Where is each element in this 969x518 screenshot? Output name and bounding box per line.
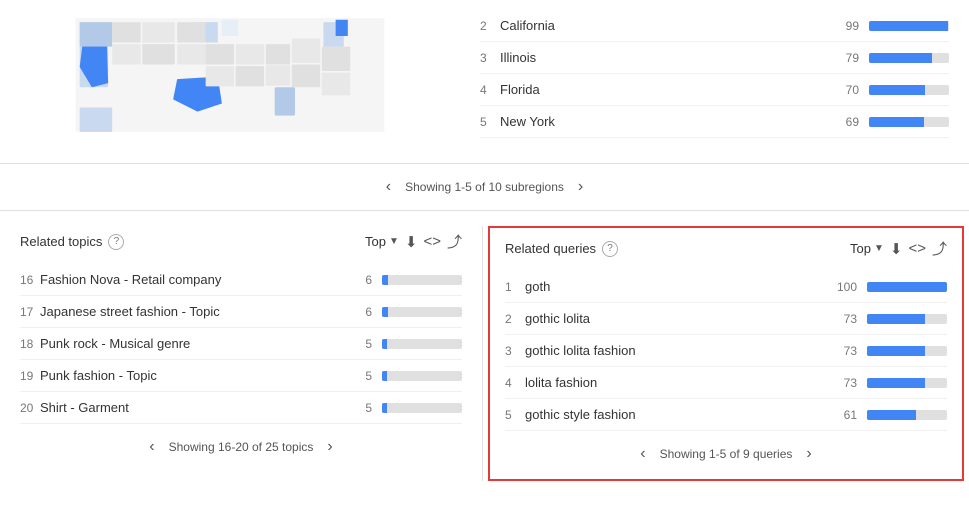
queries-pagination-text: Showing 1-5 of 9 queries — [660, 447, 793, 461]
topic-row-19: 19 Punk fashion - Topic 5 — [20, 360, 462, 392]
map-container — [0, 0, 460, 153]
queries-pagination: ‹ Showing 1-5 of 9 queries › — [505, 431, 947, 469]
topics-share-icon[interactable]: ⤴ — [447, 231, 462, 252]
regions-pagination-text: Showing 1-5 of 10 subregions — [405, 180, 564, 194]
regions-next-btn[interactable]: › — [572, 176, 589, 198]
queries-share-icon[interactable]: ⤴ — [932, 238, 947, 259]
us-map — [10, 10, 450, 140]
topics-title: Related topics — [20, 234, 102, 249]
queries-dropdown-arrow: ▼ — [874, 243, 884, 254]
topics-dropdown[interactable]: Top ▼ — [365, 234, 399, 249]
region-row-illinois: 3 Illinois 79 — [480, 42, 949, 74]
region-row-florida: 4 Florida 70 — [480, 74, 949, 106]
topics-dropdown-arrow: ▼ — [389, 236, 399, 247]
queries-help-icon[interactable]: ? — [602, 241, 618, 257]
query-row-5: 5 gothic style fashion 61 — [505, 399, 947, 431]
topic-row-20: 20 Shirt - Garment 5 — [20, 392, 462, 424]
query-row-2: 2 gothic lolita 73 — [505, 303, 947, 335]
panel-divider — [482, 226, 483, 481]
queries-prev-btn[interactable]: ‹ — [634, 443, 651, 465]
topics-next-btn[interactable]: › — [321, 436, 338, 458]
topics-download-icon[interactable]: ⬇ — [405, 233, 418, 251]
topic-row-18: 18 Punk rock - Musical genre 5 — [20, 328, 462, 360]
queries-panel-header: Related queries ? Top ▼ ⬇ <> ⤴ — [505, 238, 947, 259]
queries-embed-icon[interactable]: <> — [908, 240, 926, 257]
regions-pagination: ‹ Showing 1-5 of 10 subregions › — [0, 164, 969, 211]
top-section: 2 California 99 3 Illinois 79 4 Florida … — [0, 0, 969, 164]
topics-pagination-text: Showing 16-20 of 25 topics — [169, 440, 314, 454]
query-row-4: 4 lolita fashion 73 — [505, 367, 947, 399]
queries-download-icon[interactable]: ⬇ — [890, 240, 903, 258]
query-row-1: 1 goth 100 — [505, 271, 947, 303]
related-topics-panel: Related topics ? Top ▼ ⬇ <> ⤴ 16 Fashion… — [0, 221, 482, 486]
queries-controls: Top ▼ ⬇ <> ⤴ — [850, 238, 947, 259]
regions-list: 2 California 99 3 Illinois 79 4 Florida … — [460, 0, 969, 153]
topics-panel-header: Related topics ? Top ▼ ⬇ <> ⤴ — [20, 231, 462, 252]
topics-pagination: ‹ Showing 16-20 of 25 topics › — [20, 424, 462, 462]
topic-row-16: 16 Fashion Nova - Retail company 6 — [20, 264, 462, 296]
queries-dropdown[interactable]: Top ▼ — [850, 241, 884, 256]
topics-embed-icon[interactable]: <> — [423, 233, 441, 250]
queries-dropdown-label: Top — [850, 241, 871, 256]
queries-next-btn[interactable]: › — [800, 443, 817, 465]
query-row-3: 3 gothic lolita fashion 73 — [505, 335, 947, 367]
region-row-newyork: 5 New York 69 — [480, 106, 949, 138]
related-queries-panel: Related queries ? Top ▼ ⬇ <> ⤴ 1 goth 10… — [488, 226, 964, 481]
region-row-california: 2 California 99 — [480, 10, 949, 42]
regions-prev-btn[interactable]: ‹ — [380, 176, 397, 198]
topics-prev-btn[interactable]: ‹ — [143, 436, 160, 458]
topic-row-17: 17 Japanese street fashion - Topic 6 — [20, 296, 462, 328]
queries-title: Related queries — [505, 241, 596, 256]
topics-help-icon[interactable]: ? — [108, 234, 124, 250]
topics-dropdown-label: Top — [365, 234, 386, 249]
bottom-section: Related topics ? Top ▼ ⬇ <> ⤴ 16 Fashion… — [0, 211, 969, 496]
topics-controls: Top ▼ ⬇ <> ⤴ — [365, 231, 462, 252]
